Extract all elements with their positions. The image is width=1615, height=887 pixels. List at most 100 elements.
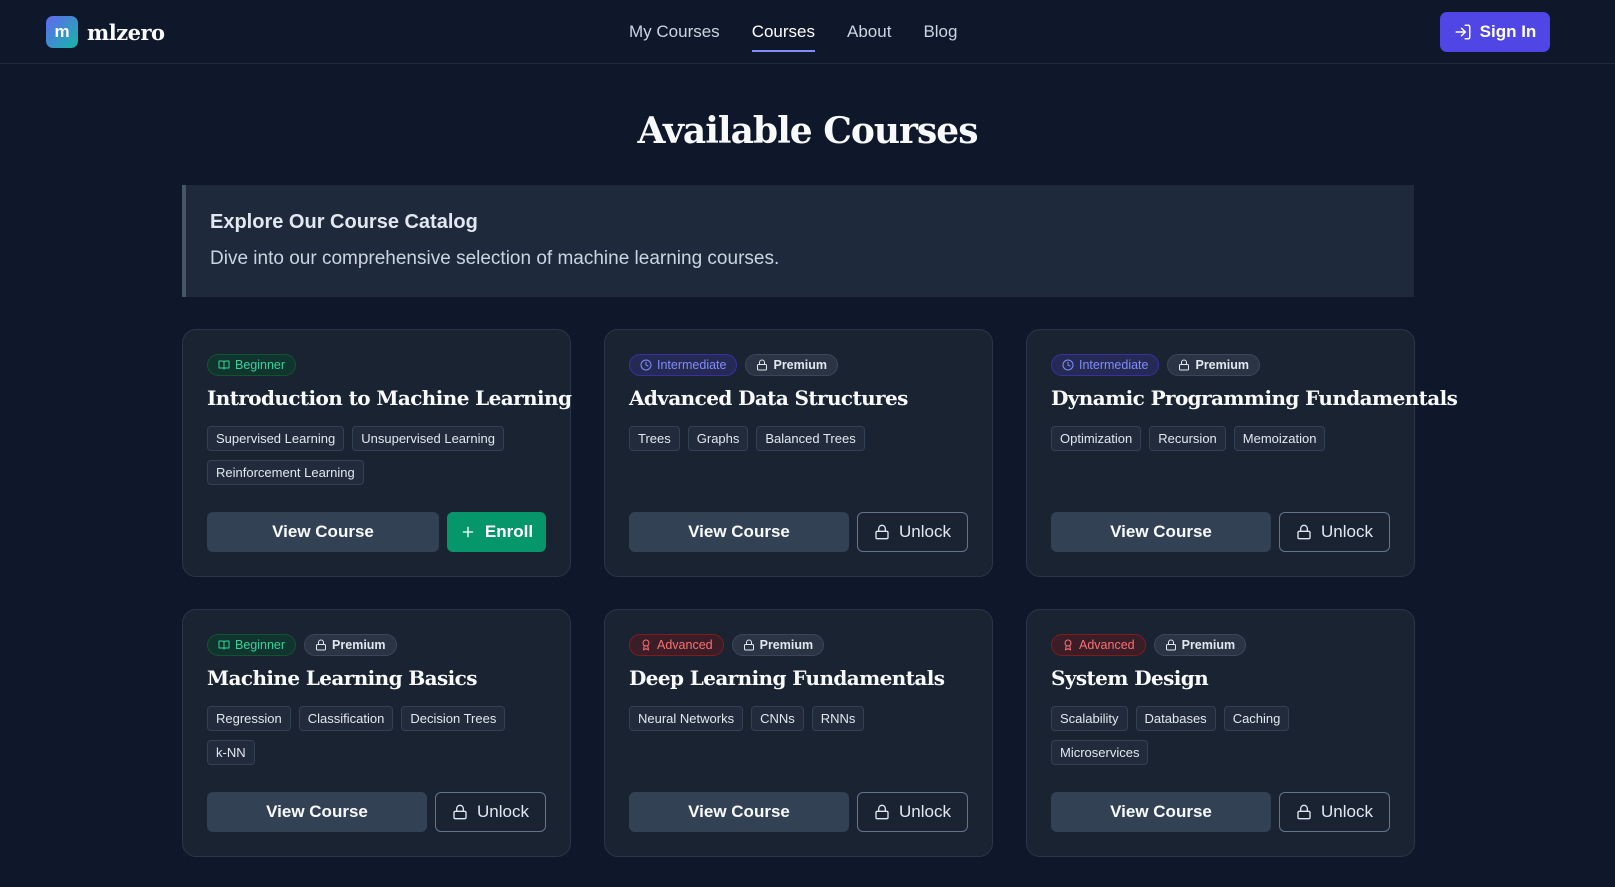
level-badge-label: Beginner xyxy=(235,638,286,652)
lock-icon xyxy=(757,359,768,371)
course-title[interactable]: Deep Learning Fundamentals xyxy=(629,666,968,690)
card-actions: View Course Unlock xyxy=(207,792,546,832)
premium-badge-label: Premium xyxy=(1195,358,1249,372)
nav-courses[interactable]: Courses xyxy=(751,22,816,52)
premium-badge: Premium xyxy=(1153,634,1247,656)
premium-badge: Premium xyxy=(1167,354,1260,376)
topic-tag: Microservices xyxy=(1051,740,1149,765)
logo-text: mlzero xyxy=(87,19,165,45)
card-actions: View Course Unlock xyxy=(1051,792,1390,832)
logo[interactable]: m mlzero xyxy=(46,16,165,48)
course-card: Advanced Premium System Design Scalability D… xyxy=(1026,609,1415,857)
level-badge-label: Advanced xyxy=(657,638,713,652)
course-title[interactable]: Machine Learning Basics xyxy=(207,666,546,690)
unlock-button[interactable]: Unlock xyxy=(857,792,968,832)
sign-in-icon xyxy=(1455,24,1471,40)
course-badges: Intermediate Premium xyxy=(1051,354,1390,376)
course-badges: Intermediate Premium xyxy=(629,354,968,376)
plus-icon xyxy=(462,526,474,538)
level-badge-label: Intermediate xyxy=(1079,358,1149,372)
level-badge-label: Intermediate xyxy=(657,358,727,372)
topic-tag: Reinforcement Learning xyxy=(207,460,364,485)
award-icon xyxy=(642,639,650,651)
view-course-button[interactable]: View Course xyxy=(207,512,439,552)
unlock-button[interactable]: Unlock xyxy=(857,512,968,552)
unlock-button[interactable]: Unlock xyxy=(1279,512,1390,552)
course-title[interactable]: Advanced Data Structures xyxy=(629,386,968,410)
level-badge-label: Advanced xyxy=(1079,638,1135,652)
enroll-label: Enroll xyxy=(484,522,534,541)
catalog-intro-banner: Explore Our Course Catalog Dive into our… xyxy=(182,185,1414,297)
level-badge: Intermediate xyxy=(1051,354,1160,376)
lock-icon xyxy=(1297,524,1311,540)
premium-badge: Premium xyxy=(745,354,838,376)
unlock-button[interactable]: Unlock xyxy=(1279,792,1390,832)
top-nav-bar: m mlzero My Courses Courses About Blog S… xyxy=(0,0,1615,64)
unlock-label: Unlock xyxy=(1321,802,1373,821)
topic-tag: Trees xyxy=(629,426,680,451)
topic-tag: RNNs xyxy=(811,706,865,731)
topic-tag: Supervised Learning xyxy=(207,426,345,451)
unlock-label: Unlock xyxy=(899,802,951,821)
topic-tags: Trees Graphs Balanced Trees xyxy=(629,426,969,451)
intro-text: Dive into our comprehensive selection of… xyxy=(210,248,780,269)
view-course-button[interactable]: View Course xyxy=(629,512,849,552)
level-badge: Beginner xyxy=(207,354,297,376)
topic-tags: Supervised Learning Unsupervised Learning… xyxy=(207,426,547,485)
enroll-button[interactable]: Enroll xyxy=(447,512,546,552)
premium-badge-label: Premium xyxy=(332,638,386,652)
topic-tag: Neural Networks xyxy=(629,706,744,731)
course-badges: Beginner Premium xyxy=(207,634,546,656)
sign-in-label: Sign In xyxy=(1479,22,1537,41)
view-course-button[interactable]: View Course xyxy=(629,792,849,832)
main-nav: My Courses Courses About Blog xyxy=(629,22,957,52)
lock-icon xyxy=(1297,804,1311,820)
level-badge: Advanced xyxy=(629,634,724,656)
topic-tags: Scalability Databases Caching Microservices xyxy=(1051,706,1391,765)
unlock-label: Unlock xyxy=(899,522,951,541)
unlock-label: Unlock xyxy=(477,802,529,821)
lock-icon xyxy=(1179,359,1190,371)
view-course-button[interactable]: View Course xyxy=(1051,512,1271,552)
lock-icon xyxy=(875,524,889,540)
topic-tag: Decision Trees xyxy=(401,706,506,731)
unlock-button[interactable]: Unlock xyxy=(435,792,546,832)
level-badge: Beginner xyxy=(207,634,297,656)
book-icon xyxy=(218,640,230,650)
premium-badge-label: Premium xyxy=(773,358,827,372)
topic-tag: Scalability xyxy=(1051,706,1128,731)
course-badges: Advanced Premium xyxy=(629,634,968,656)
topic-tag: Unsupervised Learning xyxy=(352,426,504,451)
card-actions: View Course Enroll xyxy=(207,512,546,552)
course-card: Intermediate Premium Dynamic Programming F… xyxy=(1026,329,1458,577)
premium-badge-label: Premium xyxy=(1181,638,1236,652)
unlock-label: Unlock xyxy=(1321,522,1373,541)
sign-in-button[interactable]: Sign In xyxy=(1440,12,1550,52)
topic-tag: Balanced Trees xyxy=(756,426,865,451)
topic-tag: CNNs xyxy=(751,706,804,731)
card-actions: View Course Unlock xyxy=(1051,512,1390,552)
topic-tag: Recursion xyxy=(1149,426,1226,451)
lock-icon xyxy=(1165,639,1176,651)
card-actions: View Course Unlock xyxy=(629,512,968,552)
page-title: Available Courses xyxy=(637,110,979,152)
topic-tag: Caching xyxy=(1223,706,1290,731)
course-card: Beginner Introduction to Machine Learning… xyxy=(182,329,572,577)
course-card: Beginner Premium Machine Learning Basics Re… xyxy=(182,609,571,857)
lock-icon xyxy=(875,804,889,820)
nav-blog[interactable]: Blog xyxy=(923,22,957,52)
course-title[interactable]: Introduction to Machine Learning xyxy=(207,386,572,410)
topic-tags: Optimization Recursion Memoization xyxy=(1051,426,1391,451)
nav-my-courses[interactable]: My Courses xyxy=(629,22,720,52)
course-title[interactable]: System Design xyxy=(1051,666,1390,690)
premium-badge-label: Premium xyxy=(759,638,814,652)
course-title[interactable]: Dynamic Programming Fundamentals xyxy=(1051,386,1458,410)
topic-tags: Neural Networks CNNs RNNs xyxy=(629,706,969,731)
level-badge: Intermediate xyxy=(629,354,738,376)
view-course-button[interactable]: View Course xyxy=(207,792,427,832)
course-card: Advanced Premium Deep Learning Fundamental… xyxy=(604,609,993,857)
nav-about[interactable]: About xyxy=(847,22,891,52)
premium-badge: Premium xyxy=(304,634,397,656)
view-course-button[interactable]: View Course xyxy=(1051,792,1271,832)
topic-tag: Memoization xyxy=(1233,426,1326,451)
